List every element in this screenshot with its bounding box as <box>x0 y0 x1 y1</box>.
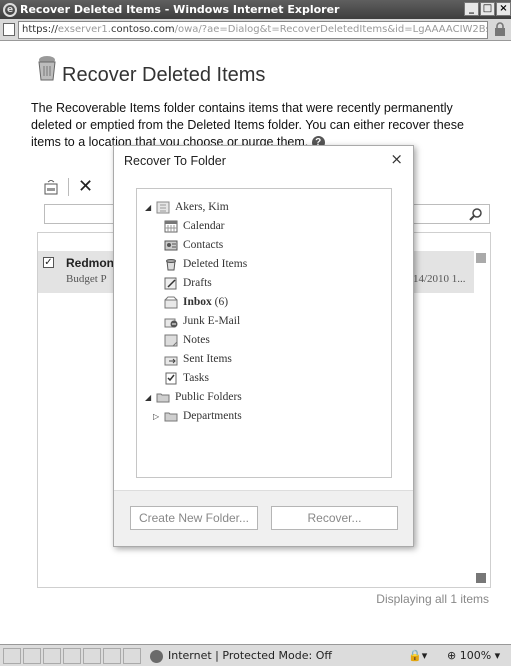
item-subject: Redmon <box>66 256 114 270</box>
tree-item-sent-items[interactable]: Sent Items <box>164 351 232 368</box>
tree-item-deleted-items[interactable]: Deleted Items <box>164 256 247 273</box>
status-cell <box>103 648 121 664</box>
recover-to-folder-dialog: Recover To Folder × ◢ Akers, Kim Calenda… <box>113 145 414 547</box>
lock-icon[interactable] <box>493 22 507 37</box>
status-cell <box>83 648 101 664</box>
tree-item-label: Junk E-Mail <box>183 315 241 327</box>
page-icon <box>3 23 15 36</box>
address-bar: https://exserver1.contoso.com/owa/?ae=Di… <box>0 19 511 41</box>
expand-arrow-icon[interactable]: ▷ <box>153 408 164 425</box>
tree-item-public-folders[interactable]: ◢ Public Folders <box>145 389 242 406</box>
globe-icon <box>150 649 163 663</box>
tree-item-tasks[interactable]: Tasks <box>164 370 209 387</box>
window-title: Recover Deleted Items - Windows Internet… <box>20 3 340 16</box>
url-host-prefix: exserver1. <box>57 24 111 35</box>
maximize-button[interactable]: □ <box>480 2 495 16</box>
tree-item-departments[interactable]: ▷ Departments <box>153 408 242 425</box>
mailbox-icon <box>156 201 170 214</box>
zoom-control[interactable]: ⊕ 100% ▾ <box>447 648 500 664</box>
tree-item-contacts[interactable]: Contacts <box>164 237 223 254</box>
status-cell <box>43 648 61 664</box>
row-checkbox[interactable]: ✓ <box>43 257 54 268</box>
zone-label: Internet | Protected Mode: Off <box>168 649 332 662</box>
url-scheme: https:// <box>22 24 58 35</box>
tree-item-notes[interactable]: Notes <box>164 332 210 349</box>
recover-item-icon[interactable] <box>43 179 59 195</box>
tree-item-akers-kim[interactable]: ◢ Akers, Kim <box>145 199 229 216</box>
recover-button[interactable]: Recover... <box>271 506 398 530</box>
delete-icon[interactable]: ✕ <box>78 178 93 196</box>
close-window-button[interactable]: × <box>496 2 511 16</box>
recycle-bin-icon <box>38 56 56 81</box>
window-titlebar: e Recover Deleted Items - Windows Intern… <box>0 0 511 19</box>
status-cell <box>23 648 41 664</box>
scroll-down-button[interactable] <box>476 573 486 583</box>
toolbar: ✕ <box>43 176 93 198</box>
calendar-icon <box>164 220 178 233</box>
description-text: The Recoverable Items folder contains it… <box>31 101 464 149</box>
window-controls: _ □ × <box>463 2 511 16</box>
tree-item-label: Drafts <box>183 277 212 289</box>
item-preview: Budget P <box>66 273 107 285</box>
tree-item-label: Tasks <box>183 372 210 384</box>
tree-item-label: Departments <box>183 410 242 422</box>
status-bar: Internet | Protected Mode: Off 🔒▾ ⊕ 100%… <box>0 644 511 666</box>
notes-icon <box>164 334 178 347</box>
deleted-items-icon <box>166 259 176 271</box>
dialog-title: Recover To Folder <box>124 154 226 168</box>
url-field[interactable]: https://exserver1.contoso.com/owa/?ae=Di… <box>18 21 488 39</box>
inbox-icon <box>164 296 178 309</box>
tree-item-calendar[interactable]: Calendar <box>164 218 225 235</box>
items-count: Displaying all 1 items <box>376 592 489 606</box>
status-cell <box>63 648 81 664</box>
tree-item-label: Contacts <box>183 239 224 251</box>
collapse-arrow-icon[interactable]: ◢ <box>145 199 156 216</box>
url-host: contoso.com <box>110 24 175 35</box>
tree-item-label: Public Folders <box>175 391 242 403</box>
dialog-close-button[interactable]: × <box>390 150 403 168</box>
create-new-folder-button[interactable]: Create New Folder... <box>130 506 258 530</box>
tree-item-label: Akers, Kim <box>175 201 229 213</box>
protected-mode-icon[interactable]: 🔒▾ <box>408 648 427 664</box>
security-zone[interactable]: Internet | Protected Mode: Off <box>150 648 332 664</box>
page-description: The Recoverable Items folder contains it… <box>31 100 486 151</box>
tasks-icon <box>165 372 177 385</box>
junk-icon <box>164 318 178 328</box>
tree-item-label: Notes <box>183 334 210 346</box>
collapse-arrow-icon[interactable]: ◢ <box>145 389 156 406</box>
sent-items-icon <box>164 356 178 366</box>
tree-item-label: Inbox <box>183 296 212 308</box>
search-icon[interactable] <box>469 207 483 221</box>
dialog-footer: Create New Folder... Recover... <box>114 490 413 546</box>
tree-item-label: Deleted Items <box>183 258 248 270</box>
tree-item-drafts[interactable]: Drafts <box>164 275 212 292</box>
ie-logo-icon: e <box>3 2 17 17</box>
tree-item-inbox[interactable]: Inbox (6) <box>164 294 228 311</box>
minimize-button[interactable]: _ <box>464 2 479 16</box>
folder-icon <box>156 393 170 403</box>
contacts-icon <box>164 240 178 251</box>
page-title: Recover Deleted Items <box>62 64 266 86</box>
folder-icon <box>164 412 178 422</box>
zoom-icon: ⊕ <box>447 649 457 662</box>
zoom-level: 100% <box>459 649 492 662</box>
tree-item-junk-email[interactable]: Junk E-Mail <box>164 313 240 330</box>
tree-item-label: Sent Items <box>183 353 232 365</box>
status-cell <box>123 648 141 664</box>
status-cell <box>3 648 21 664</box>
tree-item-label: Calendar <box>183 220 225 232</box>
toolbar-separator <box>68 178 69 196</box>
item-date: 14/2010 1... <box>413 273 466 285</box>
unread-count: (6) <box>214 296 229 308</box>
folder-tree: ◢ Akers, Kim Calendar Contacts Deleted I… <box>136 188 392 478</box>
scroll-up-button[interactable] <box>476 253 486 263</box>
url-path: /owa/?ae=Dialog&t=RecoverDeletedItems&id… <box>174 24 488 35</box>
drafts-icon <box>164 277 177 290</box>
